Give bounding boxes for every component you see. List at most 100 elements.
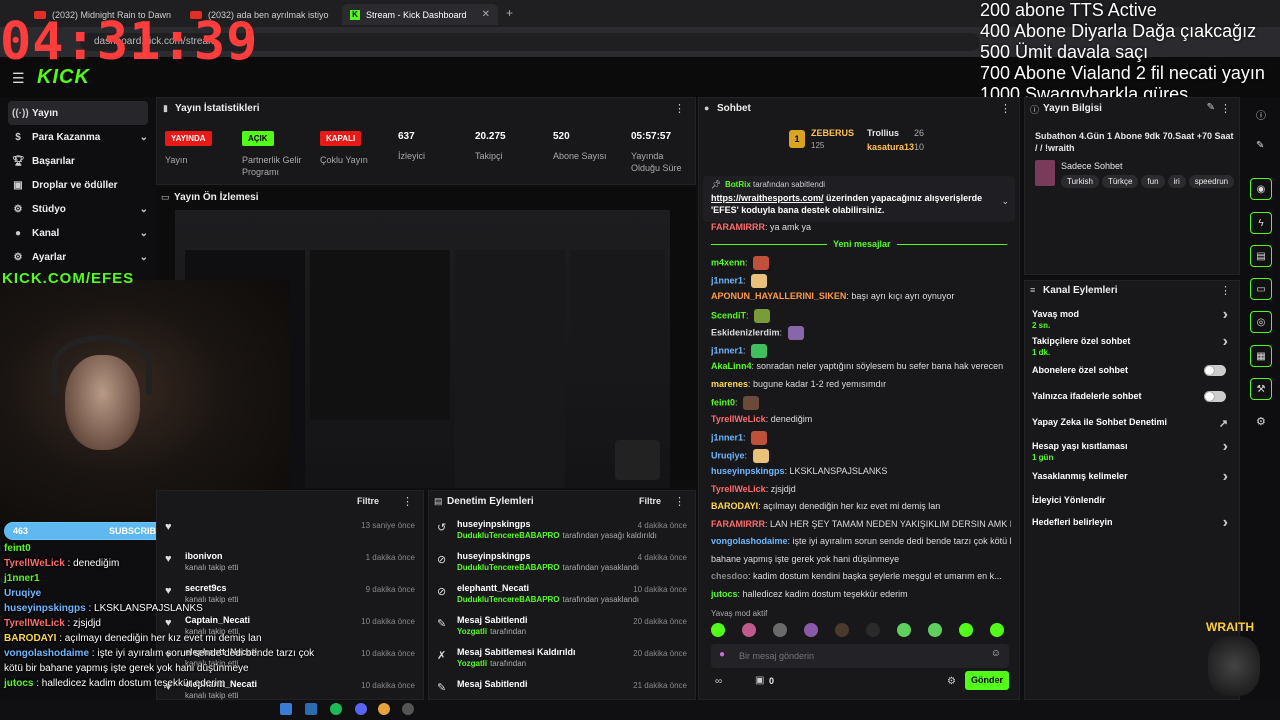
layout-icon[interactable]: ▦ — [1250, 345, 1272, 367]
chevron-right-icon[interactable]: › — [1223, 334, 1228, 350]
mic-icon[interactable]: ● — [719, 649, 725, 660]
channel-action-row[interactable]: Yapay Zeka ile Sohbet Denetimi ↗ — [1032, 417, 1232, 430]
chat-username[interactable]: Eskidenizlerdim — [711, 327, 780, 337]
chat-username[interactable]: ScendiT — [711, 310, 746, 320]
chat-username[interactable]: AkaLinn4 — [711, 361, 752, 371]
moderator-name[interactable]: DudukluTencereBABAPRO — [457, 531, 560, 540]
infinity-icon[interactable]: ∞ — [715, 676, 722, 687]
toggle-switch[interactable] — [1204, 391, 1226, 402]
gift-icon[interactable]: ▣ — [755, 675, 764, 686]
chat-username[interactable]: FARAMIRRR — [711, 222, 765, 232]
emote-icon[interactable] — [990, 623, 1004, 637]
channel-action-row[interactable]: Yalnızca ifadelerle sohbet — [1032, 391, 1232, 402]
toggle-switch[interactable] — [1204, 365, 1226, 376]
moderator-name[interactable]: Yozgatli — [457, 627, 487, 636]
moderator-name[interactable]: Yozgatli — [457, 659, 487, 668]
chat-username[interactable]: chesdoo — [711, 571, 748, 581]
more-icon[interactable]: ⋮ — [674, 495, 685, 508]
taskbar-app-icon[interactable] — [305, 703, 317, 715]
bolt-icon[interactable]: ϟ — [1250, 212, 1272, 234]
chrome-icon[interactable] — [378, 703, 390, 715]
channel-action-row[interactable]: Yasaklanmış kelimeler › — [1032, 469, 1232, 485]
sidebar-item-basarilar[interactable]: 🏆︎ Başarılar — [8, 149, 148, 173]
emote-icon[interactable] — [866, 623, 880, 637]
chat-username[interactable]: feint0 — [711, 397, 735, 407]
chat-username[interactable]: FARAMIRRR — [711, 519, 765, 529]
sidebar-item-kanal[interactable]: ● Kanal ⌄ — [8, 221, 148, 245]
chat-username[interactable]: huseyinpskingps — [711, 466, 785, 476]
send-button[interactable]: Gönder — [965, 671, 1009, 690]
sidebar-item-para-kazanma[interactable]: $ Para Kazanma ⌄ — [8, 125, 148, 149]
tag[interactable]: iri — [1167, 175, 1186, 188]
settings-icon[interactable]: ⚙ — [1256, 415, 1266, 428]
emote-icon[interactable] — [804, 623, 818, 637]
chat-username[interactable]: TyrellWeLick — [711, 484, 766, 494]
chat-username[interactable]: marenes — [711, 379, 748, 389]
top-chatter-name[interactable]: ZEBERUS — [811, 128, 854, 138]
chat-username[interactable]: m4xenn — [711, 257, 745, 267]
tag[interactable]: Türkçe — [1101, 175, 1139, 188]
more-icon[interactable]: ⋮ — [1220, 284, 1231, 297]
edit-icon[interactable]: ✎ — [1256, 140, 1264, 151]
sidebar-item-yayin[interactable]: ((·)) Yayın — [8, 101, 148, 125]
chat-username[interactable]: jutocs — [711, 589, 738, 599]
discord-icon[interactable] — [355, 703, 367, 715]
chat-username[interactable]: TyrellWeLick — [711, 414, 766, 424]
chat-username[interactable]: BARODAYI — [711, 501, 758, 511]
chevron-right-icon[interactable]: › — [1223, 307, 1228, 323]
sidebar-item-droplar[interactable]: ▣ Droplar ve ödüller — [8, 173, 148, 197]
sidebar-item-ayarlar[interactable]: ⚙ Ayarlar ⌄ — [8, 245, 148, 269]
info-icon[interactable]: ⓘ — [1256, 107, 1266, 122]
emote-icon[interactable] — [742, 623, 756, 637]
moderator-name[interactable]: DudukluTencereBABAPRO — [457, 563, 560, 572]
taskbar-app-icon[interactable] — [280, 703, 292, 715]
filter-button[interactable]: Filtre — [357, 496, 379, 506]
chevron-down-icon[interactable]: ⌄ — [1001, 196, 1009, 207]
tag[interactable]: Turkish — [1061, 175, 1099, 188]
more-icon[interactable]: ⋮ — [402, 495, 413, 508]
emote-icon[interactable] — [711, 623, 725, 637]
taskbar-app-icon[interactable] — [402, 703, 414, 715]
spotify-icon[interactable] — [330, 703, 342, 715]
pinned-link[interactable]: https://wraithesports.com/ — [711, 193, 824, 203]
broadcast-icon[interactable]: ◎ — [1250, 311, 1272, 333]
emoji-icon[interactable]: ☺ — [991, 648, 1001, 659]
more-icon[interactable]: ⋮ — [674, 102, 685, 115]
chat-username[interactable]: Uruqiye — [711, 450, 745, 460]
menu-icon[interactable]: ☰ — [12, 70, 25, 87]
settings-icon[interactable]: ⚙ — [947, 676, 956, 687]
close-icon[interactable]: ✕ — [482, 9, 490, 20]
moderator-name[interactable]: DudukluTencereBABAPRO — [457, 595, 560, 604]
channel-action-row[interactable]: Hesap yaşı kısıtlaması 1 gün › — [1032, 439, 1232, 463]
top-chatter-name[interactable]: Trollius — [867, 128, 899, 138]
category-name[interactable]: Sadece Sohbet — [1061, 161, 1123, 171]
channel-action-row[interactable]: Yavaş mod 2 sn. › — [1032, 307, 1232, 331]
chat-username[interactable]: j1nner1 — [711, 345, 743, 355]
top-chatter-name[interactable]: kasatura13 — [867, 142, 914, 152]
chevron-right-icon[interactable]: › — [1223, 515, 1228, 531]
emote-icon[interactable] — [835, 623, 849, 637]
sidebar-item-studyo[interactable]: ⚙ Stüdyo ⌄ — [8, 197, 148, 221]
tag[interactable]: speedrun — [1188, 175, 1235, 188]
more-icon[interactable]: ⋮ — [1220, 102, 1231, 115]
emote-icon[interactable] — [773, 623, 787, 637]
edit-icon[interactable]: ✎ — [1207, 102, 1215, 113]
chat-username[interactable]: APONUN_HAYALLERINI_SIKEN — [711, 291, 846, 301]
tag[interactable]: fun — [1141, 175, 1165, 188]
chevron-right-icon[interactable]: › — [1223, 439, 1228, 455]
chat-input-box[interactable]: ● ☺ — [711, 644, 1009, 668]
external-link-icon[interactable]: ↗ — [1219, 417, 1228, 430]
wrench-icon[interactable]: ⚒ — [1250, 378, 1272, 400]
new-tab-icon[interactable]: + — [506, 6, 513, 20]
chat-username[interactable]: vongolashodaime — [711, 536, 788, 546]
channel-action-row[interactable]: Abonelere özel sohbet — [1032, 365, 1232, 376]
emote-icon[interactable] — [959, 623, 973, 637]
chevron-right-icon[interactable]: › — [1223, 469, 1228, 485]
chat-username[interactable]: j1nner1 — [711, 432, 743, 442]
document-icon[interactable]: ▤ — [1250, 245, 1272, 267]
chat-input[interactable] — [739, 648, 979, 664]
channel-action-row[interactable]: Takipçilere özel sohbet 1 dk. › — [1032, 334, 1232, 358]
emote-icon[interactable] — [897, 623, 911, 637]
more-icon[interactable]: ⋮ — [1000, 102, 1011, 115]
browser-tab-kick[interactable]: K Stream - Kick Dashboard ✕ — [342, 4, 498, 25]
